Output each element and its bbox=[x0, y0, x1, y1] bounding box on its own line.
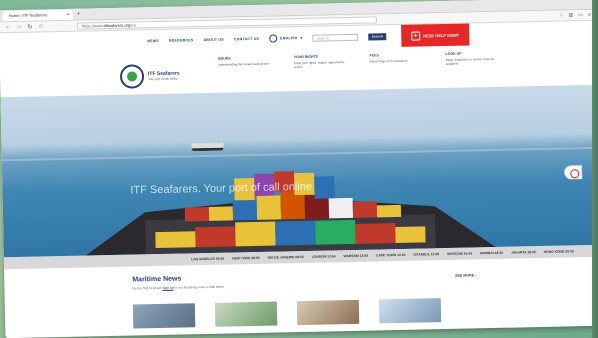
clock: MOSCOW 15:55 bbox=[447, 251, 473, 256]
menu-text: Understanding the issues faced at sea bbox=[217, 61, 269, 67]
sidebar-icon[interactable]: ▭ bbox=[578, 12, 583, 18]
clock: MUMBAI 18:25 bbox=[480, 250, 504, 256]
news-thumbnail[interactable] bbox=[132, 303, 196, 329]
back-icon[interactable]: ← bbox=[5, 24, 11, 30]
clock: LOS ANGELES 05:55 bbox=[191, 256, 225, 262]
menu-focs[interactable]: FOCs About Flags of Convenience bbox=[370, 52, 429, 89]
clock: ISTANBUL 15:55 bbox=[413, 252, 440, 257]
language-selector[interactable]: ENGLISH ▾ bbox=[269, 34, 303, 43]
clock: NEW YORK 08:55 bbox=[232, 255, 260, 261]
search-button[interactable]: Search bbox=[368, 32, 387, 41]
clock: HONG KONG 20:55 bbox=[543, 249, 574, 254]
need-help-label: NEED HELP NOW? bbox=[423, 32, 460, 38]
clock: CAPE TOWN 14:55 bbox=[376, 252, 406, 258]
itf-logo-icon bbox=[119, 64, 145, 89]
news-thumbnail[interactable] bbox=[214, 301, 278, 327]
menu-issues[interactable]: ISSUES Understanding the issues faced at… bbox=[218, 56, 277, 93]
chevron-down-icon: ▾ bbox=[300, 35, 303, 40]
container-ship-illustration bbox=[85, 171, 496, 256]
need-help-button[interactable]: + NEED HELP NOW? bbox=[401, 23, 470, 47]
address-prefix: https://www. bbox=[81, 22, 104, 29]
see-more-link[interactable]: SEE MORE › bbox=[455, 273, 476, 277]
menu-icon[interactable]: ≡ bbox=[588, 12, 591, 18]
news-thumbnail[interactable] bbox=[296, 299, 360, 326]
menu-look-up[interactable]: LOOK UP Ships, inspectors or unions; too… bbox=[446, 51, 505, 88]
library-icon[interactable]: ▥ bbox=[568, 12, 573, 18]
search-input[interactable]: Search bbox=[312, 33, 359, 42]
website: NEWS RESOURCES ABOUT US CONTACT US ENGLI… bbox=[0, 21, 598, 338]
reload-icon[interactable]: ↻ bbox=[27, 23, 33, 30]
hero-banner: ITF Seafarers. Your port of call online bbox=[0, 84, 598, 258]
monitor-bezel bbox=[592, 0, 598, 338]
nav-resources[interactable]: RESOURCES bbox=[169, 38, 194, 43]
browser-tab[interactable]: Home | ITF Seafarers × bbox=[2, 9, 73, 22]
bookmark-star-icon[interactable]: ☆ bbox=[559, 12, 564, 18]
tab-title: Home | ITF Seafarers bbox=[8, 12, 48, 19]
menu-heading: FOCs bbox=[369, 53, 380, 58]
clock: RIO DE JANEIRO 09:55 bbox=[267, 254, 304, 260]
distant-ship bbox=[191, 142, 224, 152]
menu-heading: LOOK UP bbox=[445, 51, 462, 56]
globe-icon bbox=[269, 34, 278, 43]
news-thumbnails bbox=[132, 295, 598, 329]
lifebuoy-side-button[interactable] bbox=[564, 165, 583, 180]
menu-text: Know your rights: wages, agreements, uni… bbox=[293, 60, 345, 70]
new-tab-icon[interactable]: + bbox=[77, 10, 81, 20]
horizon bbox=[1, 146, 598, 162]
maritime-news-section: Maritime News Be the first to know! Sign… bbox=[4, 257, 598, 338]
close-tab-icon[interactable]: × bbox=[67, 10, 70, 20]
news-subtitle-after: to our breaking news e-mail alerts bbox=[174, 284, 224, 290]
menu-heading: YOUR RIGHTS bbox=[293, 54, 319, 60]
clock: JAKARTA 19:55 bbox=[510, 250, 536, 255]
language-label: ENGLISH bbox=[280, 36, 298, 41]
menu-text: Ships, inspectors or unions; tools for s… bbox=[445, 56, 495, 66]
menu-your-rights[interactable]: YOUR RIGHTS Know your rights: wages, agr… bbox=[294, 54, 353, 91]
menu-text: About Flags of Convenience bbox=[369, 58, 408, 64]
site-logo[interactable]: ITF Seafarers Your port of call online bbox=[119, 57, 201, 95]
news-subtitle-before: Be the first to know! bbox=[132, 285, 162, 291]
news-thumbnail[interactable] bbox=[378, 298, 442, 324]
plus-icon: + bbox=[411, 30, 421, 41]
nav-contact-us[interactable]: CONTACT US bbox=[234, 37, 259, 42]
clock: LONDON 13:55 bbox=[311, 254, 336, 259]
forward-icon[interactable]: → bbox=[16, 24, 22, 30]
home-icon[interactable]: ⌂ bbox=[38, 23, 44, 29]
nav-news[interactable]: NEWS bbox=[147, 39, 159, 43]
monitor-screen: Home | ITF Seafarers × + ← → ↻ ⌂ https:/… bbox=[0, 0, 598, 338]
logo-tagline: Your port of call online bbox=[148, 76, 178, 82]
signup-link[interactable]: Sign up bbox=[162, 286, 173, 290]
menu-heading: ISSUES bbox=[217, 56, 231, 61]
browser-right-icons: ☆ ▥ ▭ ≡ bbox=[559, 12, 591, 19]
clock: WARSAW 13:55 bbox=[343, 253, 369, 259]
address-domain: itfseafarers.org bbox=[103, 22, 131, 28]
address-suffix: /en bbox=[130, 21, 136, 28]
nav-about-us[interactable]: ABOUT US bbox=[203, 38, 223, 42]
